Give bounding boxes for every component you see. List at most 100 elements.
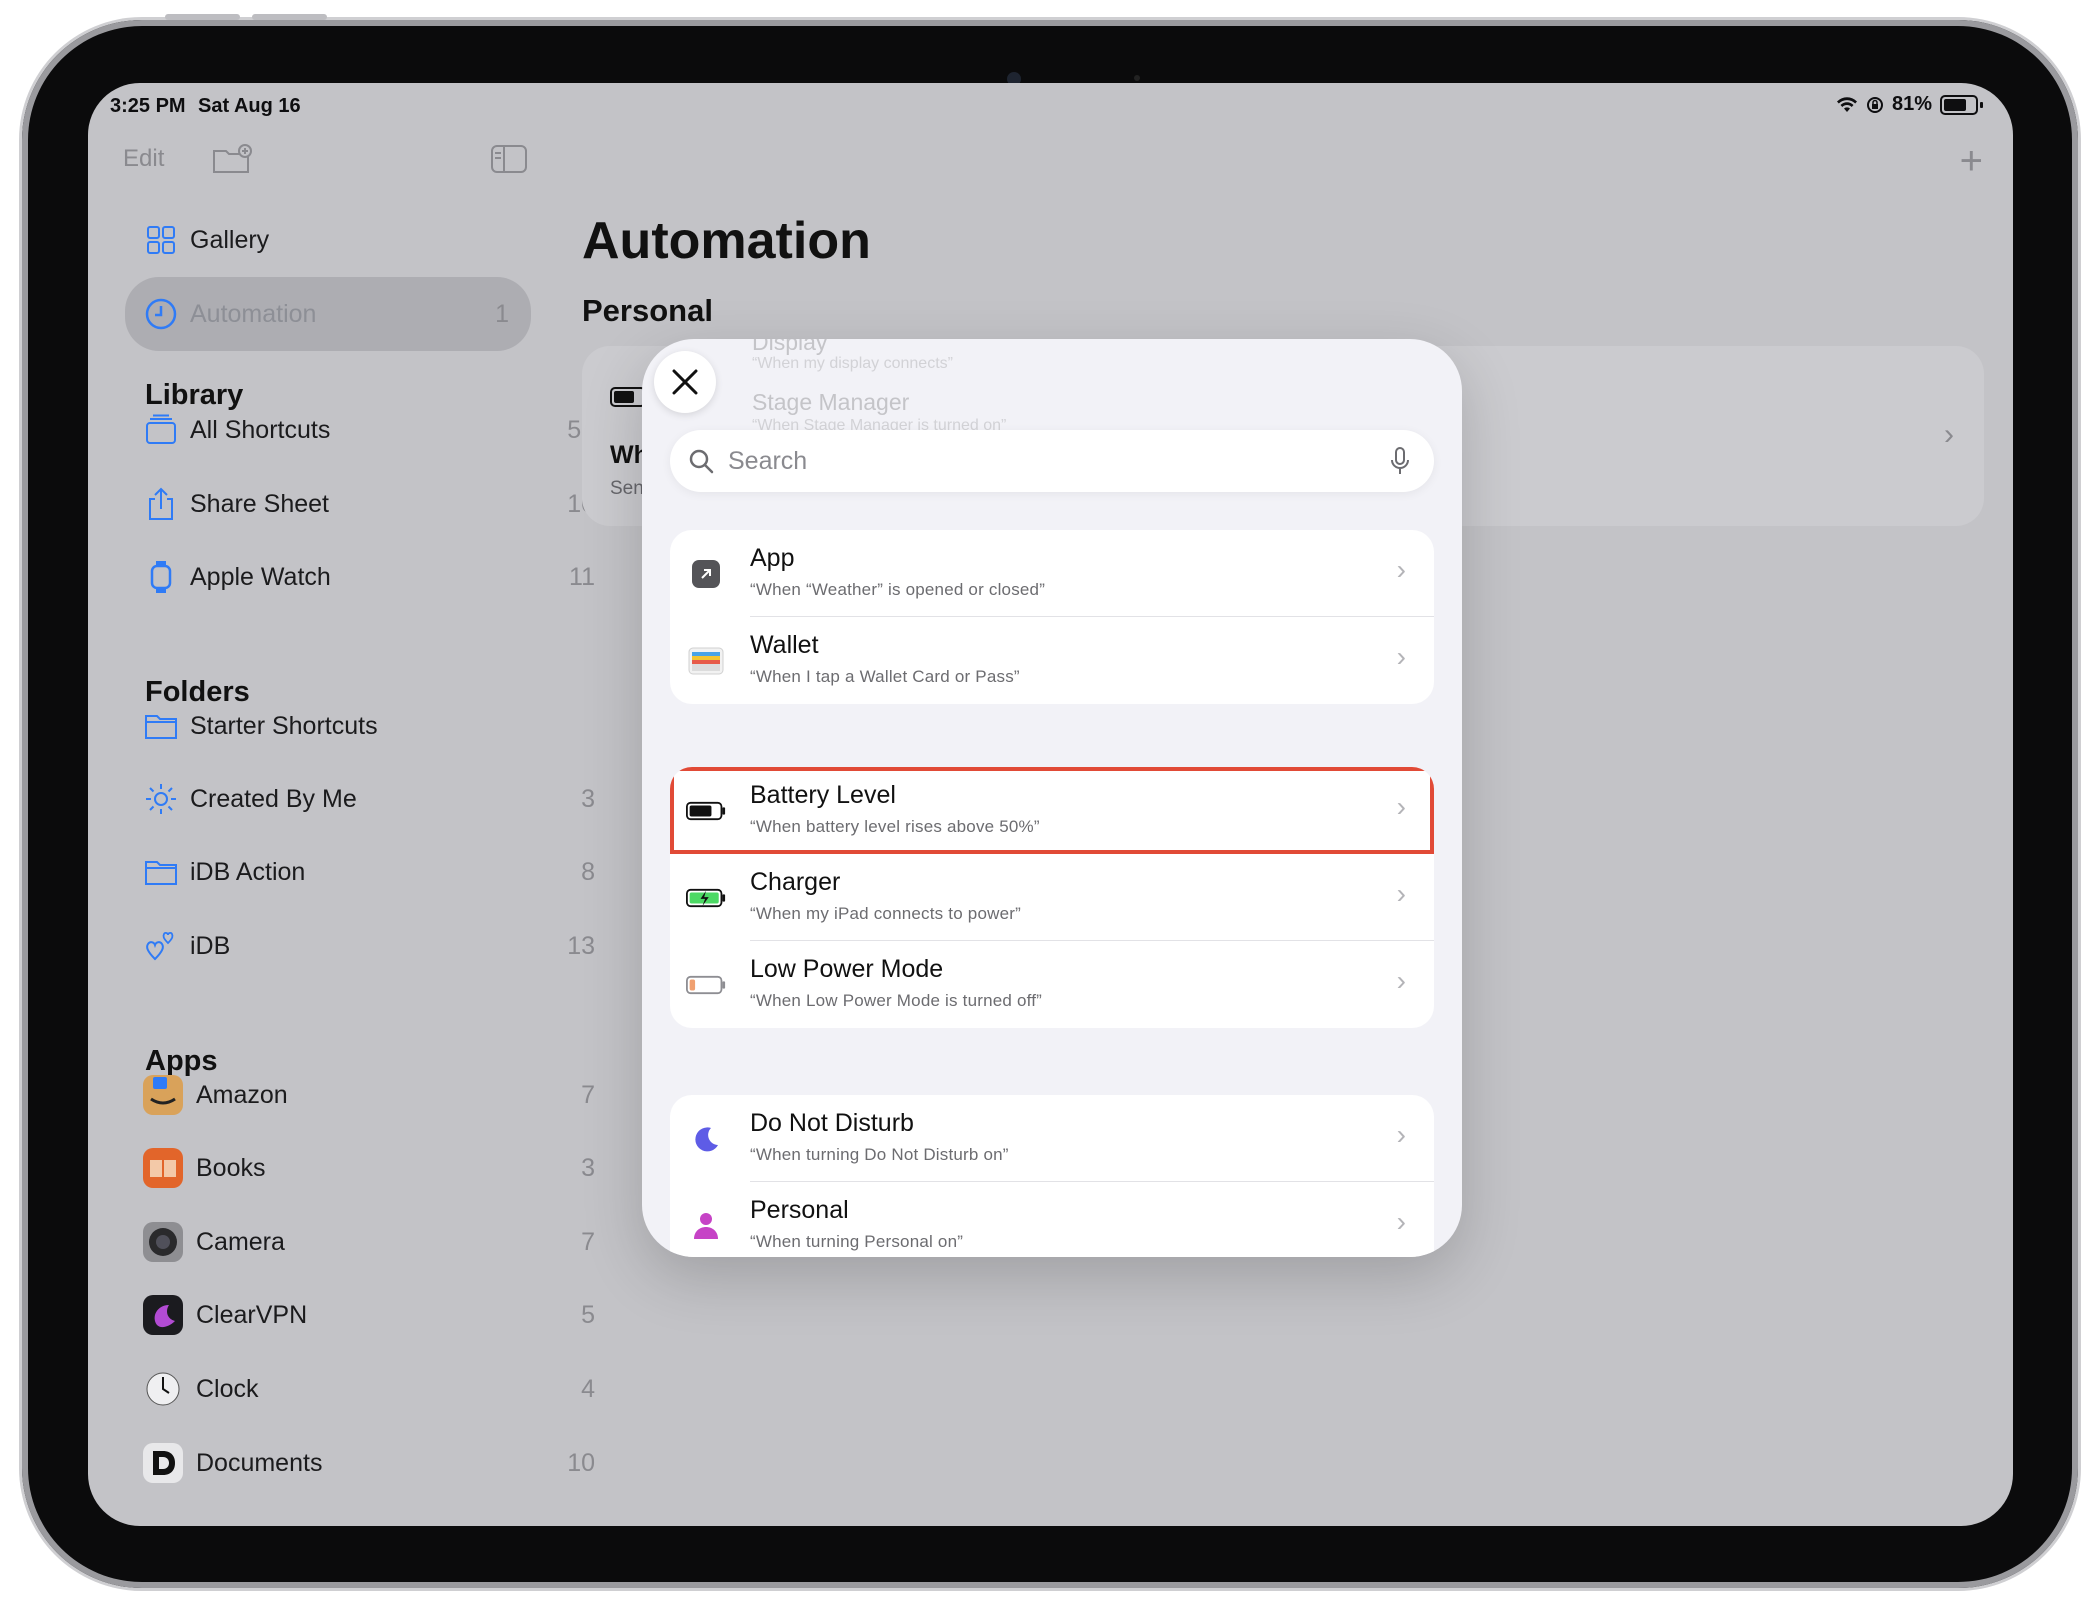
chevron-right-icon: › xyxy=(1396,1206,1406,1237)
sidebar-item-label: Camera xyxy=(196,1227,285,1256)
sidebar-item-label: ClearVPN xyxy=(196,1300,308,1329)
sidebar-item-count: 8 xyxy=(581,857,595,886)
hearts-icon xyxy=(144,929,178,963)
sidebar-item-label: iDB xyxy=(190,931,231,960)
sidebar-item-app[interactable]: Amazon 7 xyxy=(142,1065,595,1125)
sidebar-item-share-sheet[interactable]: Share Sheet 10 xyxy=(144,474,595,534)
sidebar-item-app[interactable]: Books 3 xyxy=(142,1138,595,1198)
sidebar-item-label: Created By Me xyxy=(190,784,357,813)
trigger-title: Wallet xyxy=(750,631,819,659)
trigger-subtitle: “When Low Power Mode is turned off” xyxy=(750,991,1043,1010)
trigger-row-personal[interactable]: Personal “When turning Personal on” › xyxy=(670,1182,1434,1257)
highlight-box xyxy=(670,767,1434,854)
trigger-title: Personal xyxy=(750,1196,849,1224)
sidebar-item-folder[interactable]: iDB Action 8 xyxy=(144,842,595,902)
sidebar-item-count: 3 xyxy=(581,784,595,813)
sidebar-item-app[interactable]: Camera 7 xyxy=(142,1212,595,1272)
sidebar-item-label: Apple Watch xyxy=(190,562,331,591)
chevron-right-icon: › xyxy=(1396,878,1406,909)
sidebar-item-folder[interactable]: Created By Me 3 xyxy=(144,769,595,829)
sidebar-toggle-icon[interactable] xyxy=(491,145,527,173)
sidebar-item-count: 7 xyxy=(581,1227,595,1256)
trigger-title: Charger xyxy=(750,868,841,896)
automation-card-subtitle: Sen xyxy=(610,478,644,499)
sidebar-item-label: iDB Action xyxy=(190,857,306,886)
wifi-icon xyxy=(1836,96,1857,112)
sidebar-item-gallery[interactable]: Gallery xyxy=(144,210,584,270)
sidebar-item-apple-watch[interactable]: Apple Watch 11 xyxy=(144,547,595,607)
trigger-row-low-power-mode[interactable]: Low Power Mode “When Low Power Mode is t… xyxy=(670,941,1434,1028)
books-app-icon xyxy=(142,1147,184,1189)
trigger-group: Do Not Disturb “When turning Do Not Dist… xyxy=(670,1095,1434,1257)
stack-icon xyxy=(144,413,178,447)
trigger-subtitle: “When “Weather” is opened or closed” xyxy=(750,580,1046,599)
status-time: 3:25 PM xyxy=(110,95,186,117)
sidebar-item-label: Books xyxy=(196,1153,266,1182)
sidebar-item-app[interactable]: ClearVPN 5 xyxy=(142,1285,595,1345)
sidebar-item-app[interactable]: Documents 10 xyxy=(142,1433,595,1493)
documents-app-icon xyxy=(142,1442,184,1484)
orientation-lock-icon xyxy=(1866,96,1883,113)
trigger-row-app[interactable]: App “When “Weather” is opened or closed”… xyxy=(670,530,1434,617)
clearvpn-app-icon xyxy=(142,1294,184,1336)
close-icon xyxy=(672,369,698,395)
status-date: Sat Aug 16 xyxy=(198,95,301,117)
sidebar-item-count: 10 xyxy=(567,1448,595,1477)
add-automation-button[interactable]: + xyxy=(1960,139,1983,184)
trigger-row-battery-level[interactable]: Battery Level “When battery level rises … xyxy=(670,767,1434,854)
trigger-row-do-not-disturb[interactable]: Do Not Disturb “When turning Do Not Dist… xyxy=(670,1095,1434,1182)
sidebar-item-label: Automation xyxy=(190,299,317,328)
trigger-group: Battery Level “When battery level rises … xyxy=(670,767,1434,1028)
moon-icon xyxy=(686,1123,726,1155)
sun-icon xyxy=(144,782,178,816)
page-title: Automation xyxy=(582,212,871,270)
sidebar-item-label: Documents xyxy=(196,1448,323,1477)
app-open-icon xyxy=(686,558,726,590)
close-button[interactable] xyxy=(654,351,716,413)
trigger-picker-sheet: Display “When my display connects” Stage… xyxy=(642,339,1462,1257)
microphone-icon[interactable] xyxy=(1390,447,1410,475)
sidebar-item-count: 1 xyxy=(495,299,509,328)
search-input[interactable] xyxy=(726,445,1330,477)
sidebar-item-all-shortcuts[interactable]: All Shortcuts 50 xyxy=(144,400,595,460)
sidebar-item-count: 5 xyxy=(581,1300,595,1329)
trigger-subtitle: “When turning Do Not Disturb on” xyxy=(750,1145,1009,1164)
sidebar-item-label: Amazon xyxy=(196,1080,288,1109)
sidebar-item-count: 4 xyxy=(581,1374,595,1403)
new-folder-icon[interactable] xyxy=(212,143,254,175)
battery-icon xyxy=(1940,94,1978,115)
sidebar-item-label: Gallery xyxy=(190,225,270,254)
watch-icon xyxy=(144,560,178,594)
sidebar-item-label: Share Sheet xyxy=(190,489,329,518)
hardware-button xyxy=(252,14,327,20)
battery-low-icon xyxy=(686,969,726,1001)
edit-button[interactable]: Edit xyxy=(123,145,164,173)
sidebar-item-count: 11 xyxy=(569,562,595,591)
chevron-right-icon: › xyxy=(1944,418,1954,451)
person-icon xyxy=(686,1210,726,1242)
screen: 3:25 PM Sat Aug 16 81% Edit + Gallery Au… xyxy=(88,83,2013,1526)
clock-app-icon xyxy=(142,1368,184,1410)
sensor-dot xyxy=(1134,75,1140,81)
folder-icon xyxy=(144,709,178,743)
search-bar[interactable] xyxy=(670,430,1434,492)
amazon-app-icon xyxy=(142,1074,184,1116)
gallery-icon xyxy=(144,223,178,257)
share-icon xyxy=(144,487,178,521)
status-indicators: 81% xyxy=(1836,93,1983,116)
sidebar-item-folder[interactable]: iDB 13 xyxy=(144,916,595,976)
sidebar-item-label: Clock xyxy=(196,1374,259,1403)
trigger-row-wallet[interactable]: Wallet “When I tap a Wallet Card or Pass… xyxy=(670,617,1434,704)
trigger-row-charger[interactable]: Charger “When my iPad connects to power”… xyxy=(670,854,1434,941)
battery-percent: 81% xyxy=(1891,93,1932,115)
sidebar-item-app[interactable]: Clock 4 xyxy=(142,1359,595,1419)
list-item-title: Stage Manager xyxy=(752,389,910,415)
trigger-subtitle: “When my iPad connects to power” xyxy=(750,904,1021,923)
sidebar-item-automation[interactable]: Automation 1 xyxy=(125,277,531,351)
sidebar-item-folder[interactable]: Starter Shortcuts xyxy=(144,696,595,756)
trigger-group: App “When “Weather” is opened or closed”… xyxy=(670,530,1434,704)
camera-app-icon xyxy=(142,1221,184,1263)
sidebar-item-count: 7 xyxy=(581,1080,595,1109)
folder-icon xyxy=(144,855,178,889)
list-item-subtitle: “When my display connects” xyxy=(752,355,953,372)
